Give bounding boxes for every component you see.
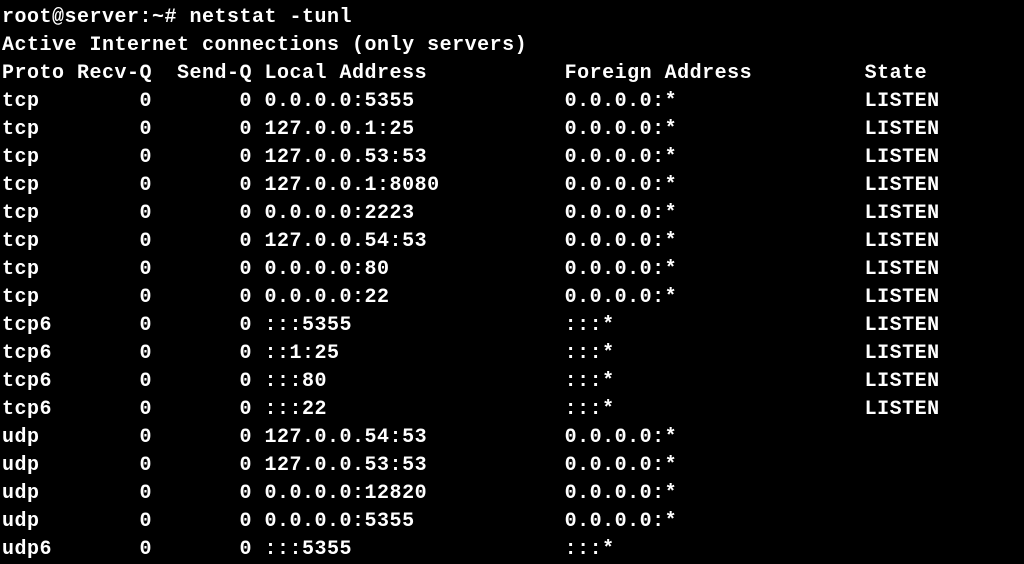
table-row: tcp 0 0 127.0.0.53:53 0.0.0.0:* LISTEN xyxy=(2,144,1022,172)
table-row: udp6 0 0 :::5355 :::* xyxy=(2,536,1022,564)
table-row: udp 0 0 127.0.0.53:53 0.0.0.0:* xyxy=(2,452,1022,480)
output-subtitle: Active Internet connections (only server… xyxy=(2,32,1022,60)
table-row: tcp 0 0 127.0.0.1:8080 0.0.0.0:* LISTEN xyxy=(2,172,1022,200)
table-row: udp 0 0 127.0.0.54:53 0.0.0.0:* xyxy=(2,424,1022,452)
table-row: udp 0 0 0.0.0.0:12820 0.0.0.0:* xyxy=(2,480,1022,508)
table-row: udp 0 0 0.0.0.0:5355 0.0.0.0:* xyxy=(2,508,1022,536)
table-row: tcp6 0 0 :::22 :::* LISTEN xyxy=(2,396,1022,424)
table-body: tcp 0 0 0.0.0.0:5355 0.0.0.0:* LISTENtcp… xyxy=(2,88,1022,564)
command-prompt[interactable]: root@server:~# netstat -tunl xyxy=(2,4,1022,32)
table-row: tcp 0 0 0.0.0.0:80 0.0.0.0:* LISTEN xyxy=(2,256,1022,284)
table-row: tcp6 0 0 :::5355 :::* LISTEN xyxy=(2,312,1022,340)
table-row: tcp 0 0 127.0.0.54:53 0.0.0.0:* LISTEN xyxy=(2,228,1022,256)
table-row: tcp 0 0 0.0.0.0:5355 0.0.0.0:* LISTEN xyxy=(2,88,1022,116)
table-row: tcp6 0 0 ::1:25 :::* LISTEN xyxy=(2,340,1022,368)
table-header: Proto Recv-Q Send-Q Local Address Foreig… xyxy=(2,60,1022,88)
table-row: tcp 0 0 0.0.0.0:2223 0.0.0.0:* LISTEN xyxy=(2,200,1022,228)
table-row: tcp 0 0 127.0.0.1:25 0.0.0.0:* LISTEN xyxy=(2,116,1022,144)
table-row: tcp6 0 0 :::80 :::* LISTEN xyxy=(2,368,1022,396)
table-row: tcp 0 0 0.0.0.0:22 0.0.0.0:* LISTEN xyxy=(2,284,1022,312)
